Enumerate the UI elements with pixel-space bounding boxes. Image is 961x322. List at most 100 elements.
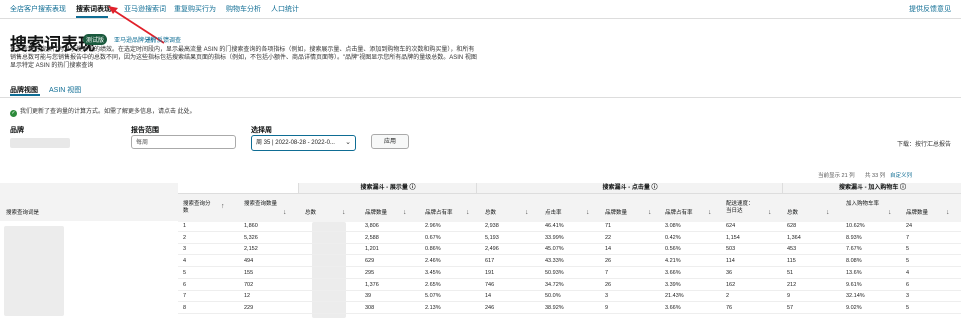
brand-select-redacted[interactable] <box>10 138 70 148</box>
notice-text: 我们更新了查询量的计算方式。如需了解更多信息，请点击 此处。 <box>20 109 196 115</box>
cell-clk-brand: 14 <box>605 246 612 253</box>
table-row: 8 229 308 2.13% 246 38.92% 9 3.66% 76 57 9.02% 5 <box>178 304 961 314</box>
customize-columns-link[interactable]: 自定义列 <box>890 171 912 179</box>
period-select[interactable]: 每周 <box>131 135 236 149</box>
sort-down-icon[interactable]: ↓ <box>648 209 652 216</box>
table-row: 2 5,326 2,588 0.67% 5,193 33.99% 22 0.42% 1,154 1… <box>178 234 961 244</box>
cell-volume: 5,326 <box>244 234 258 241</box>
cell-clk-share: 0.56% <box>665 246 681 253</box>
nav-item-demographics[interactable]: 人口统计 <box>271 4 299 14</box>
cell-volume: 229 <box>244 304 254 311</box>
sort-down-icon[interactable]: ↓ <box>946 209 950 216</box>
beta-badge: 测试版 <box>83 34 108 45</box>
cell-rank: 5 <box>183 269 187 276</box>
tab-asin-view[interactable]: ASIN 视图 <box>49 85 81 95</box>
sort-down-icon[interactable]: ↓ <box>525 209 529 216</box>
week-value: 周 35 | 2022-08-28 - 2022-0... <box>256 140 335 146</box>
cell-rank: 2 <box>183 234 187 241</box>
cell-imp-brand: 295 <box>365 269 375 276</box>
group-clicks: 搜索漏斗 - 点击量 ⓘ <box>476 183 783 193</box>
cell-imp-share: 0.67% <box>425 234 441 241</box>
page-description: 基于所需的搜索行为显示搜索词的绩效。在选定时间段内，显示最高流量 ASIN 的门… <box>10 47 477 69</box>
nav-item-cart-analysis[interactable]: 购物车分析 <box>226 4 261 14</box>
period-value: 每周 <box>136 140 149 146</box>
cell-imp-share: 2.46% <box>425 258 441 265</box>
divider <box>0 97 961 98</box>
cell-cart-brand: 4 <box>906 269 910 276</box>
header-volume[interactable]: 搜索查询数量 <box>244 201 278 208</box>
cell-clk-speed: 2 <box>726 293 730 300</box>
table-row: 4 494 629 2.46% 617 43.33% 26 4.21% 114 115 8.08% 5 <box>178 257 961 268</box>
week-select[interactable]: 周 35 | 2022-08-28 - 2022-0... ⌄ <box>251 135 356 151</box>
header-clk-total[interactable]: 总数 <box>485 210 496 217</box>
cell-imp-brand: 2,588 <box>365 234 379 241</box>
info-icon: ⓘ <box>409 185 416 191</box>
check-icon: ✓ <box>10 110 17 117</box>
header-cart-brand[interactable]: 品牌数量 <box>906 210 928 217</box>
sort-down-icon[interactable]: ↓ <box>342 209 346 216</box>
sort-up-icon[interactable]: ↑ <box>221 203 225 210</box>
header-cart-total[interactable]: 总数 <box>787 210 798 217</box>
cell-cart-rate: 8.93% <box>846 234 862 241</box>
update-notice: ✓ 我们更新了查询量的计算方式。如需了解更多信息，请点击 此处。 <box>10 106 196 117</box>
cell-volume: 702 <box>244 281 254 288</box>
cell-clk-rate: 33.99% <box>545 234 564 241</box>
cell-imp-brand: 1,376 <box>365 281 379 288</box>
cell-clk-total: 2,938 <box>485 223 499 229</box>
sort-down-icon[interactable]: ↓ <box>283 209 287 216</box>
header-clk-speed[interactable]: 配送速度：当日达 <box>726 201 758 215</box>
cell-clk-rate: 50.93% <box>545 269 564 276</box>
cell-clk-speed: 503 <box>726 246 736 253</box>
header-cart-rate[interactable]: 加入购物车率 <box>846 201 882 208</box>
header-clk-brand[interactable]: 品牌数量 <box>605 210 627 217</box>
sort-down-icon[interactable]: ↓ <box>826 209 830 216</box>
sort-down-icon[interactable]: ↓ <box>888 209 892 216</box>
feedback-link[interactable]: 提供反馈意见 <box>909 4 951 14</box>
cell-cart-rate: 9.02% <box>846 304 862 311</box>
cell-imp-share: 5.07% <box>425 293 441 300</box>
info-icon: ⓘ <box>900 185 907 191</box>
cell-cart-total: 628 <box>787 223 797 229</box>
header-clk-rate[interactable]: 点击率 <box>545 210 562 217</box>
sort-down-icon[interactable]: ↓ <box>768 209 772 216</box>
cell-cart-total: 9 <box>787 293 791 300</box>
table-row: 5 155 295 3.45% 191 50.93% 7 3.66% 36 51 13.6% 4 <box>178 269 961 279</box>
cell-clk-speed: 1,154 <box>726 234 740 241</box>
cell-clk-brand: 9 <box>605 304 609 311</box>
cell-clk-brand: 71 <box>605 223 612 229</box>
cell-clk-speed: 36 <box>726 269 733 276</box>
cell-cart-total: 453 <box>787 246 797 253</box>
apply-button[interactable]: 应用 <box>371 134 409 149</box>
nav-item-customer-search[interactable]: 全店客户搜索表现 <box>10 4 66 14</box>
sort-down-icon[interactable]: ↓ <box>403 209 407 216</box>
header-imp-brand[interactable]: 品牌数量 <box>365 210 387 217</box>
header-imp-share[interactable]: 品牌占有率 <box>425 210 453 217</box>
cell-imp-brand: 39 <box>365 293 372 300</box>
cell-clk-total: 191 <box>485 269 495 276</box>
cell-clk-speed: 624 <box>726 223 736 229</box>
sort-down-icon[interactable]: ↓ <box>466 209 470 216</box>
cell-cart-brand: 5 <box>906 258 910 265</box>
header-clk-share[interactable]: 品牌占有率 <box>665 210 693 217</box>
cell-cart-brand: 3 <box>906 293 910 300</box>
cell-cart-rate: 9.61% <box>846 281 862 288</box>
cell-rank: 6 <box>183 281 187 288</box>
header-rank[interactable]: 搜索查询分数 <box>183 201 213 215</box>
table-row: 3 2,152 1,201 0.86% 2,496 45.07% 14 0.56% 503 453… <box>178 245 961 256</box>
group-cart-label: 搜索漏斗 - 加入购物车 <box>838 185 899 191</box>
sort-down-icon[interactable]: ↓ <box>708 209 712 216</box>
shown-columns: 当前显示 21 列 <box>818 173 855 179</box>
cell-imp-share: 2.13% <box>425 304 441 311</box>
sort-down-icon[interactable]: ↓ <box>586 209 590 216</box>
header-imp-total[interactable]: 总数 <box>305 210 316 217</box>
download-link[interactable]: 下载：按行汇总报告 <box>897 139 951 148</box>
info-icon: ⓘ <box>651 185 658 191</box>
table-row: 6 702 1,376 2.65% 746 34.72% 26 3.39% 162 212 9.61… <box>178 281 961 291</box>
cell-cart-brand: 5 <box>906 246 910 253</box>
nav-item-repeat-purchase[interactable]: 重复购买行为 <box>174 4 216 14</box>
header-query[interactable]: 搜索查询词是 <box>6 210 39 217</box>
survey-link[interactable]: 进行反馈调查 <box>145 35 181 44</box>
cell-cart-brand: 5 <box>906 304 910 311</box>
cell-clk-rate: 43.33% <box>545 258 564 265</box>
tab-indicator <box>10 94 40 96</box>
